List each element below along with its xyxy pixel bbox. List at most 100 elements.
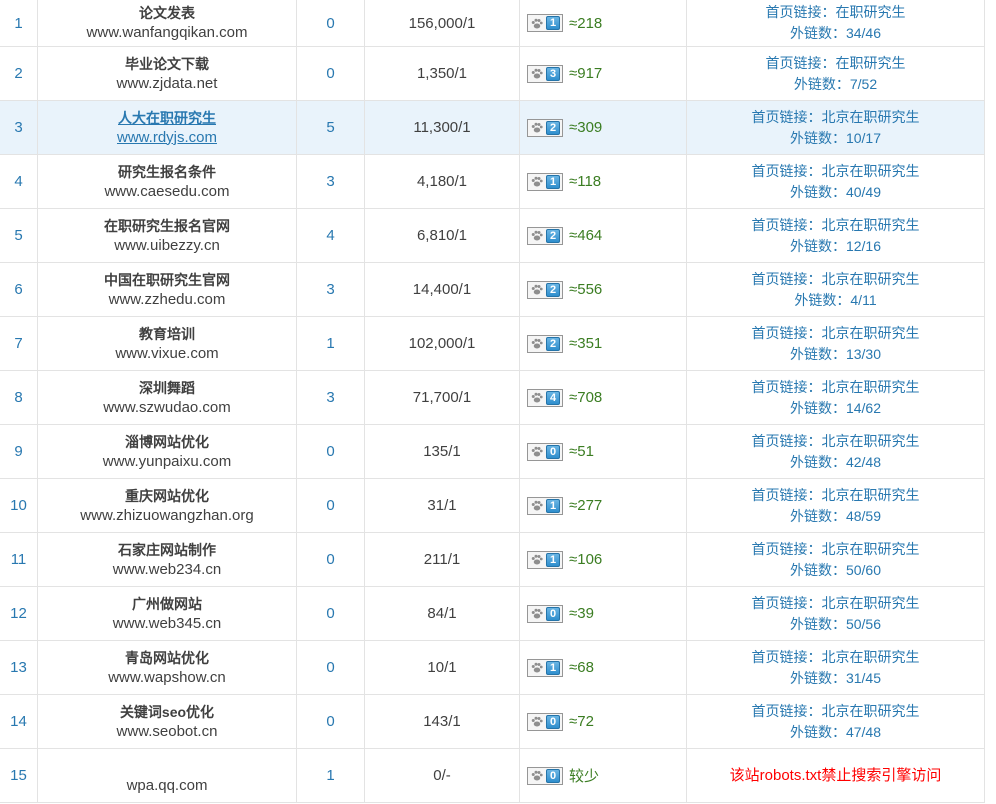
link-info-cell: 首页链接：北京在职研究生 外链数：40/49 [687,155,985,208]
site-name-link[interactable]: 教育培训 [139,324,195,344]
backlinks-text: 外链数：13/30 [790,344,881,365]
weight-number: 3 [546,67,560,81]
rank-cell: 6 [0,263,38,316]
site-name-link[interactable]: 研究生报名条件 [118,162,216,182]
link-info-cell: 首页链接：北京在职研究生 外链数：31/45 [687,641,985,694]
paw-icon [531,716,543,727]
weight-cell: 1 ≈118 [520,155,687,208]
homepage-link-text: 首页链接：在职研究生 [766,2,906,23]
site-name-link[interactable]: 中国在职研究生官网 [104,270,230,290]
site-url-link[interactable]: www.caesedu.com [104,182,229,202]
site-url-link[interactable]: www.seobot.cn [117,722,218,742]
site-url-link[interactable]: www.wapshow.cn [108,668,226,688]
site-name-link[interactable]: 毕业论文下载 [125,54,209,74]
paw-icon [531,608,543,619]
weight-cell: 0 ≈39 [520,587,687,640]
site-name-link[interactable]: 青岛网站优化 [125,648,209,668]
baidu-weight-badge[interactable]: 2 [527,227,563,245]
baidu-weight-badge[interactable]: 0 [527,767,563,785]
collection-ratio: 135/1 [423,443,461,460]
baidu-weight-badge[interactable]: 0 [527,443,563,461]
baidu-weight-badge[interactable]: 4 [527,389,563,407]
count-cell: 3 [297,263,365,316]
weight-cell: 1 ≈68 [520,641,687,694]
baidu-weight-badge[interactable]: 1 [527,659,563,677]
estimated-traffic: ≈277 [569,497,602,514]
site-url-link[interactable]: www.vixue.com [115,344,218,364]
site-url-link[interactable]: www.web345.cn [113,614,221,634]
rank-cell: 12 [0,587,38,640]
site-url-link[interactable]: www.zjdata.net [117,74,218,94]
table-row: 10 重庆网站优化 www.zhizuowangzhan.org 0 31/1 [0,479,985,533]
collection-ratio: 14,400/1 [413,281,471,298]
site-name-link[interactable]: 论文发表 [139,3,195,23]
site-cell: 在职研究生报名官网 www.uibezzy.cn [38,209,297,262]
site-url-link[interactable]: www.zhizuowangzhan.org [80,506,253,526]
collection-ratio: 4,180/1 [417,173,467,190]
ratio-cell: 0/- [365,749,520,802]
homepage-link-text: 首页链接：北京在职研究生 [752,539,920,560]
link-info-cell: 首页链接：北京在职研究生 外链数：10/17 [687,101,985,154]
baidu-index-count: 3 [326,389,334,406]
baidu-weight-badge[interactable]: 2 [527,281,563,299]
site-name-link[interactable]: 石家庄网站制作 [118,540,216,560]
backlinks-text: 外链数：50/56 [790,614,881,635]
site-name-link[interactable]: 深圳舞蹈 [139,378,195,398]
link-info-cell: 首页链接：北京在职研究生 外链数：14/62 [687,371,985,424]
table-row: 11 石家庄网站制作 www.web234.cn 0 211/1 [0,533,985,587]
baidu-weight-badge[interactable]: 2 [527,119,563,137]
paw-icon [531,662,543,673]
ratio-cell: 84/1 [365,587,520,640]
site-url-link[interactable]: www.rdyjs.com [117,128,217,148]
estimated-traffic: 较少 [569,765,599,786]
count-cell: 1 [297,749,365,802]
backlinks-text: 外链数：48/59 [790,506,881,527]
site-name-link[interactable]: 在职研究生报名官网 [104,216,230,236]
ratio-cell: 4,180/1 [365,155,520,208]
baidu-weight-badge[interactable]: 1 [527,14,563,32]
baidu-weight-badge[interactable]: 0 [527,713,563,731]
baidu-weight-badge[interactable]: 3 [527,65,563,83]
homepage-link-text: 首页链接：北京在职研究生 [752,593,920,614]
site-url-link[interactable]: www.yunpaixu.com [103,452,231,472]
baidu-weight-badge[interactable]: 1 [527,497,563,515]
site-name-link[interactable]: 关键词seo优化 [120,702,214,722]
paw-icon [531,230,543,241]
estimated-traffic: ≈72 [569,713,594,730]
baidu-weight-badge[interactable]: 1 [527,551,563,569]
site-url-link[interactable]: www.zzhedu.com [109,290,226,310]
table-row: 14 关键词seo优化 www.seobot.cn 0 143/1 [0,695,985,749]
site-url-link[interactable]: wpa.qq.com [127,776,208,796]
baidu-weight-badge[interactable]: 1 [527,173,563,191]
site-url-link[interactable]: www.uibezzy.cn [114,236,220,256]
baidu-weight-badge[interactable]: 0 [527,605,563,623]
link-info-cell: 该站robots.txt禁止搜索引擎访问 [687,749,985,802]
site-name-link[interactable]: 人大在职研究生 [118,108,216,128]
row-index: 2 [14,65,22,82]
homepage-link-text: 首页链接：北京在职研究生 [752,269,920,290]
backlinks-text: 外链数：4/11 [794,290,876,311]
weight-cell: 1 ≈106 [520,533,687,586]
baidu-weight-badge[interactable]: 2 [527,335,563,353]
weight-cell: 2 ≈556 [520,263,687,316]
site-url-link[interactable]: www.wanfangqikan.com [87,23,248,43]
site-cell: 论文发表 www.wanfangqikan.com [38,0,297,46]
site-cell: 人大在职研究生 www.rdyjs.com [38,101,297,154]
site-cell: 重庆网站优化 www.zhizuowangzhan.org [38,479,297,532]
weight-cell: 2 ≈309 [520,101,687,154]
estimated-traffic: ≈218 [569,15,602,32]
weight-number: 1 [546,499,560,513]
site-url-link[interactable]: www.szwudao.com [103,398,231,418]
estimated-traffic: ≈917 [569,65,602,82]
row-index: 12 [10,605,27,622]
site-name-link[interactable]: 重庆网站优化 [125,486,209,506]
table-row: 9 淄博网站优化 www.yunpaixu.com 0 135/1 [0,425,985,479]
site-url-link[interactable]: www.web234.cn [113,560,221,580]
weight-number: 2 [546,121,560,135]
site-name-link[interactable]: 广州做网站 [132,594,202,614]
site-name-link[interactable]: 淄博网站优化 [125,432,209,452]
weight-number: 1 [546,175,560,189]
baidu-index-count: 0 [326,713,334,730]
backlinks-text: 外链数：14/62 [790,398,881,419]
weight-cell: 2 ≈464 [520,209,687,262]
